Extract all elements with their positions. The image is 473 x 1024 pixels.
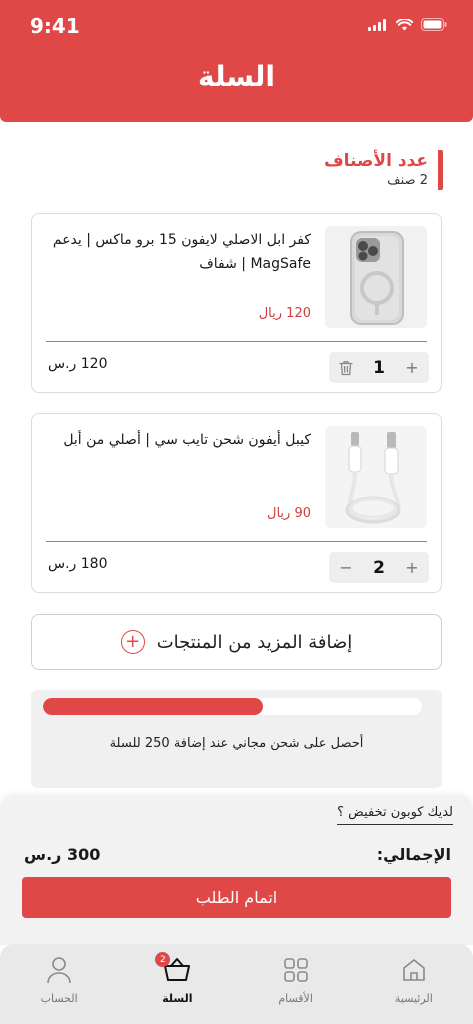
quantity-stepper: − 2 + [329,552,429,583]
plus-icon: + [405,558,419,577]
nav-item-account[interactable]: الحساب [4,944,114,1024]
product-image-usb-c-cable [325,426,427,528]
nav-label: الحساب [40,992,78,1005]
status-time: 9:41 [30,14,80,38]
wifi-icon [396,18,413,30]
items-count-value: 2 صنف [387,173,428,188]
trash-icon [339,360,353,375]
cart-item-info: كيبل أيفون شحن تايب سي | أصلي من أبل 90 … [32,414,441,541]
nav-item-categories[interactable]: الأقسام [241,944,351,1024]
total-value: 300 ر.س [24,845,101,864]
coupon-link[interactable]: لديك كوبون تخفيض ؟ [337,805,453,825]
items-count: عدد الأصناف 2 صنف [324,150,443,190]
line-total: 120 ر.س [48,356,108,372]
quantity-value: 2 [373,557,385,578]
signal-icon [368,18,386,31]
add-more-label: إضافة المزيد من المنتجات [156,631,353,653]
cart-item-2[interactable]: كيبل أيفون شحن تايب سي | أصلي من أبل 90 … [31,413,442,593]
product-unit-price: 90 ريال [267,506,311,521]
line-total: 180 ر.س [48,556,108,572]
total-label: الإجمالي: [376,845,451,864]
product-title[interactable]: كفر ابل الاصلي لايفون 15 برو ماكس | يدعم… [46,228,311,276]
shipping-progress-fill [43,698,263,715]
page-title: السلة [197,60,275,93]
nav-label: الأقسام [278,992,313,1005]
shipping-message: أحصل على شحن مجاني عند إضافة 250 للسلة [109,736,364,751]
nav-label: السلة [162,992,193,1005]
plus-icon: + [405,358,419,377]
minus-icon: − [339,558,353,577]
status-icons [368,18,447,31]
cart-item-info: كفر ابل الاصلي لايفون 15 برو ماكس | يدعم… [32,214,441,341]
header: 9:41 السلة [0,0,473,122]
decrease-button[interactable]: − [337,558,355,577]
user-icon [45,956,73,984]
delete-button[interactable] [337,359,355,377]
home-icon [400,956,428,984]
bottom-nav: الحساب 2 السلة الأقسام الرئيسية [0,944,473,1024]
nav-item-home[interactable]: الرئيسية [359,944,469,1024]
complete-order-button[interactable]: اتمام الطلب [22,877,451,918]
product-title[interactable]: كيبل أيفون شحن تايب سي | أصلي من أبل [46,428,311,452]
product-unit-price: 120 ريال [258,306,311,321]
battery-icon [421,18,447,31]
product-image-magsafe-case [325,226,427,328]
cart-item-1[interactable]: كفر ابل الاصلي لايفون 15 برو ماكس | يدعم… [31,213,442,393]
increase-button[interactable]: + [403,358,421,377]
divider [46,541,427,542]
increase-button[interactable]: + [403,558,421,577]
quantity-stepper: 1 + [329,352,429,383]
nav-label: الرئيسية [394,992,433,1005]
checkout-panel: لديك كوبون تخفيض ؟ الإجمالي: 300 ر.س اتم… [0,795,473,945]
shipping-progress-bar [43,698,422,715]
free-shipping-box: أحصل على شحن مجاني عند إضافة 250 للسلة [31,690,442,788]
nav-item-cart[interactable]: 2 السلة [122,944,232,1024]
grid-icon [282,956,310,984]
basket-icon: 2 [155,952,191,984]
items-count-title: عدد الأصناف [323,151,428,171]
add-more-products-button[interactable]: إضافة المزيد من المنتجات + [31,614,442,670]
divider [46,341,427,342]
cart-screen: 9:41 السلة عدد الأصناف 2 صنف كفر ابل الا… [0,0,473,1024]
plus-circle-icon: + [120,630,145,654]
quantity-value: 1 [373,357,385,378]
